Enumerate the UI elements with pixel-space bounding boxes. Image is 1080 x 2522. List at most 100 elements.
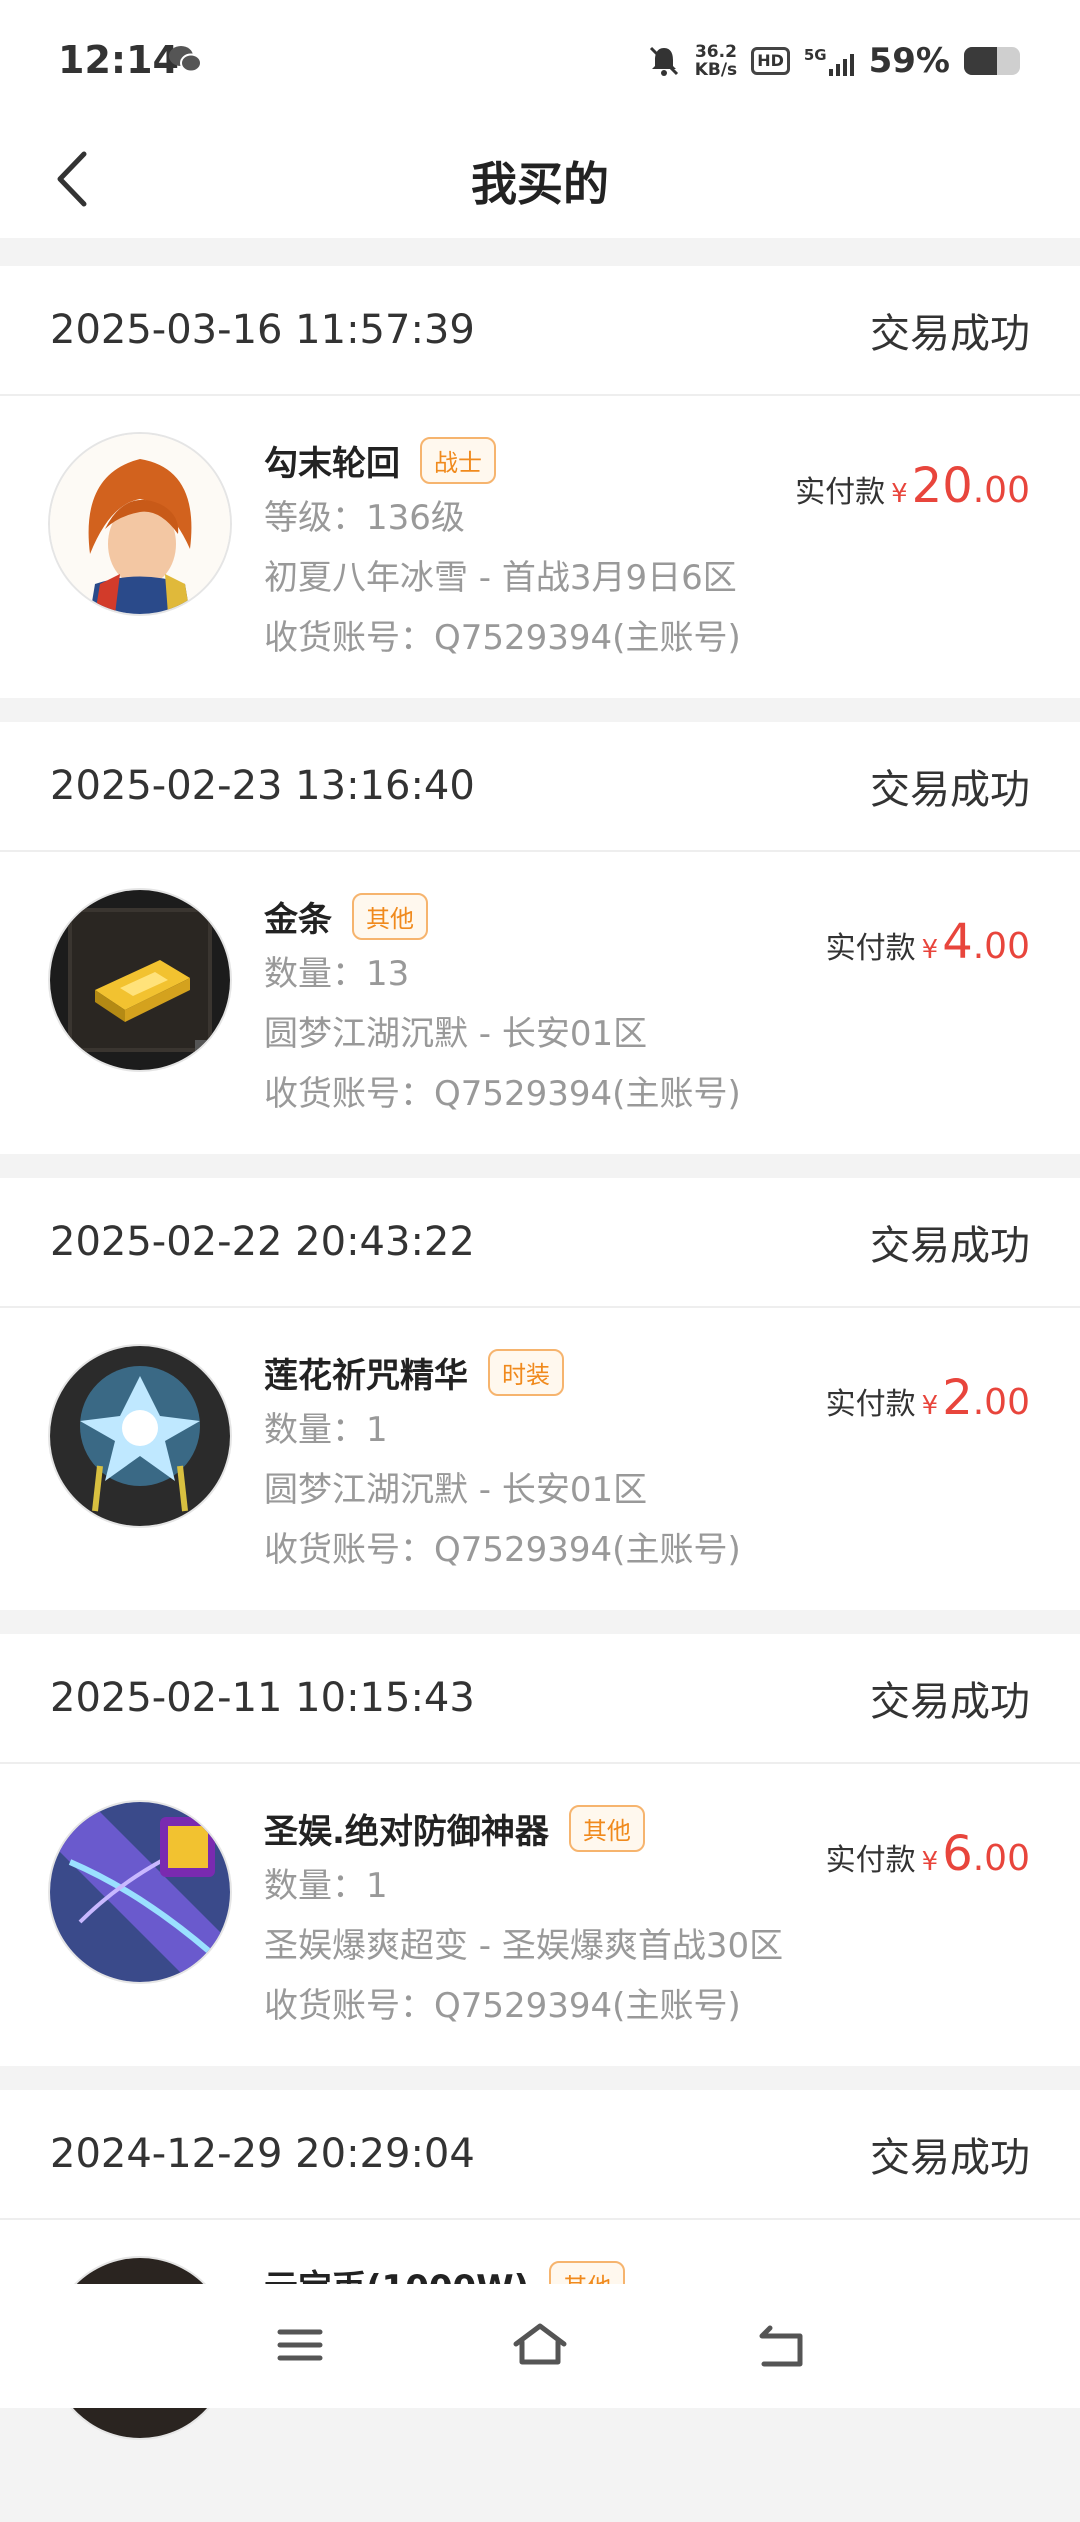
price-currency: ¥ <box>921 935 939 965</box>
header: 我买的 <box>0 120 1080 238</box>
network-speed-unit: KB/s <box>694 60 738 80</box>
item-name-row: 莲花祈咒精华 时装 <box>264 1344 741 1400</box>
category-tag: 时装 <box>488 1348 564 1396</box>
status-time: 12:14 <box>58 38 179 82</box>
category-tag: 战士 <box>420 436 496 484</box>
order-list[interactable]: 2025-03-16 11:57:39 交易成功 勾末轮回 战士 等级：136级… <box>0 266 1080 2440</box>
paid-amount: 实付款 ¥ 20 .00 <box>795 458 1030 514</box>
lotus-essence-image <box>50 1346 230 1526</box>
order-status: 交易成功 <box>870 311 1030 357</box>
price-decimal: .00 <box>972 470 1030 511</box>
wechat-icon <box>169 46 202 73</box>
item-name-row: 勾末轮回 战士 <box>264 432 741 488</box>
item-detail: 数量：13 <box>264 954 410 994</box>
price-decimal: .00 <box>972 1382 1030 1423</box>
network-type: 5G <box>803 46 827 64</box>
price-label: 实付款 <box>825 931 916 966</box>
paid-amount: 实付款 ¥ 2 .00 <box>826 1370 1030 1426</box>
system-nav-bar <box>0 2284 1080 2408</box>
battery-fill <box>964 47 998 75</box>
back-icon[interactable] <box>752 2320 812 2370</box>
signal-icon <box>828 54 854 76</box>
warrior-avatar-image <box>50 434 230 614</box>
price-integer: 4 <box>942 914 973 970</box>
paid-amount: 实付款 ¥ 6 .00 <box>826 1826 1030 1882</box>
item-name: 莲花祈咒精华 <box>264 1355 468 1396</box>
receiving-account: 收货账号：Q7529394(主账号) <box>264 1986 741 2026</box>
item-thumbnail <box>48 1800 232 1984</box>
order-header: 2025-02-22 20:43:22 交易成功 <box>0 1178 1080 1308</box>
price-label: 实付款 <box>795 475 886 510</box>
price-currency: ¥ <box>921 1391 939 1421</box>
category-tag: 其他 <box>352 892 428 940</box>
defense-artifact-image <box>50 1802 230 1982</box>
order-time: 2025-03-16 11:57:39 <box>50 307 475 353</box>
price-integer: 6 <box>942 1826 973 1882</box>
order-time: 2025-02-23 13:16:40 <box>50 763 475 809</box>
status-indicators: 36.2 KB/s HD 5G 59% <box>647 36 1020 86</box>
signal-indicator: 5G <box>804 46 855 76</box>
category-tag: 其他 <box>568 1804 645 1852</box>
receiving-account: 收货账号：Q7529394(主账号) <box>264 1074 741 1114</box>
item-info: 勾末轮回 战士 等级：136级 初夏八年冰雪 - 首战3月9日6区 收货账号：Q… <box>264 432 741 668</box>
network-speed: 36.2 KB/s <box>695 43 737 79</box>
item-info: 圣娱.绝对防御神器 其他 数量：1 圣娱爆爽超变 - 圣娱爆爽首战30区 收货账… <box>264 1800 783 2036</box>
order-card[interactable]: 2025-02-22 20:43:22 交易成功 莲花祈咒精华 时装 数量：1 … <box>0 1178 1080 1610</box>
gold-bar-image <box>50 890 230 1070</box>
order-time: 2025-02-22 20:43:22 <box>50 1219 475 1265</box>
order-header: 2024-12-29 20:29:04 交易成功 <box>0 2090 1080 2220</box>
order-status: 交易成功 <box>870 1679 1030 1725</box>
item-name: 圣娱.绝对防御神器 <box>264 1811 549 1852</box>
receiving-account: 收货账号：Q7529394(主账号) <box>264 618 741 658</box>
price-integer: 2 <box>942 1370 973 1426</box>
order-card[interactable]: 2025-03-16 11:57:39 交易成功 勾末轮回 战士 等级：136级… <box>0 266 1080 698</box>
status-bar: 12:14 36.2 KB/s HD 5G 59% <box>0 0 1080 120</box>
battery-percent: 59% <box>868 41 950 81</box>
order-time: 2025-02-11 10:15:43 <box>50 1675 475 1721</box>
item-thumbnail <box>48 888 232 1072</box>
price-label: 实付款 <box>825 1843 916 1878</box>
order-status: 交易成功 <box>870 767 1030 813</box>
order-body: 勾末轮回 战士 等级：136级 初夏八年冰雪 - 首战3月9日6区 收货账号：Q… <box>0 396 1080 698</box>
item-name: 金条 <box>264 899 332 940</box>
mute-bell-icon <box>649 46 678 76</box>
paid-amount: 实付款 ¥ 4 .00 <box>826 914 1030 970</box>
server-info: 圆梦江湖沉默 - 长安01区 <box>264 1014 648 1054</box>
order-body: 圣娱.绝对防御神器 其他 数量：1 圣娱爆爽超变 - 圣娱爆爽首战30区 收货账… <box>0 1764 1080 2066</box>
item-detail: 数量：1 <box>264 1866 388 1906</box>
order-status: 交易成功 <box>870 2135 1030 2181</box>
menu-icon[interactable] <box>270 2320 330 2370</box>
order-header: 2025-02-23 13:16:40 交易成功 <box>0 722 1080 852</box>
order-time: 2024-12-29 20:29:04 <box>50 2131 475 2177</box>
price-currency: ¥ <box>891 479 908 509</box>
order-status: 交易成功 <box>870 1223 1030 1269</box>
home-icon[interactable] <box>510 2320 570 2370</box>
price-label: 实付款 <box>825 1387 916 1422</box>
item-name-row: 金条 其他 <box>264 888 741 944</box>
receiving-account: 收货账号：Q7529394(主账号) <box>264 1530 741 1570</box>
item-info: 金条 其他 数量：13 圆梦江湖沉默 - 长安01区 收货账号：Q7529394… <box>264 888 741 1124</box>
order-header: 2025-02-11 10:15:43 交易成功 <box>0 1634 1080 1764</box>
item-name-row: 圣娱.绝对防御神器 其他 <box>264 1800 783 1856</box>
hd-badge: HD <box>751 47 790 75</box>
item-name: 勾末轮回 <box>264 443 400 484</box>
price-decimal: .00 <box>972 926 1030 967</box>
order-header: 2025-03-16 11:57:39 交易成功 <box>0 266 1080 396</box>
item-detail: 数量：1 <box>264 1410 388 1450</box>
server-info: 初夏八年冰雪 - 首战3月9日6区 <box>264 558 737 598</box>
battery-icon <box>964 47 1020 75</box>
price-decimal: .00 <box>972 1838 1030 1879</box>
price-currency: ¥ <box>921 1847 939 1877</box>
item-thumbnail <box>48 1344 232 1528</box>
item-thumbnail <box>48 432 232 616</box>
server-info: 圣娱爆爽超变 - 圣娱爆爽首战30区 <box>264 1926 784 1966</box>
order-card[interactable]: 2025-02-11 10:15:43 交易成功 圣娱.绝对防御神器 其他 数量… <box>0 1634 1080 2066</box>
order-body: 金条 其他 数量：13 圆梦江湖沉默 - 长安01区 收货账号：Q7529394… <box>0 852 1080 1154</box>
page-title: 我买的 <box>471 157 609 211</box>
order-card[interactable]: 2025-02-23 13:16:40 交易成功 金条 其他 数量：13 圆梦江… <box>0 722 1080 1154</box>
item-detail: 等级：136级 <box>264 498 465 538</box>
item-info: 莲花祈咒精华 时装 数量：1 圆梦江湖沉默 - 长安01区 收货账号：Q7529… <box>264 1344 741 1580</box>
order-body: 莲花祈咒精华 时装 数量：1 圆梦江湖沉默 - 长安01区 收货账号：Q7529… <box>0 1308 1080 1610</box>
network-speed-value: 36.2 <box>694 42 737 62</box>
price-integer: 20 <box>911 458 973 514</box>
